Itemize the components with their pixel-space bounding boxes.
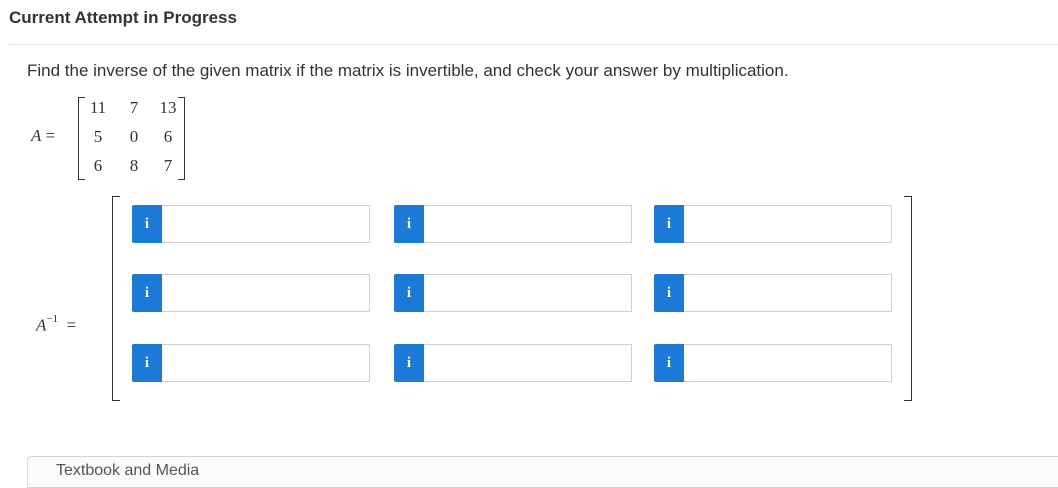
answer-input-r3c3[interactable]: [684, 344, 892, 382]
matrix-a-cell: 11: [89, 98, 107, 117]
answer-input-r1c2[interactable]: [424, 205, 632, 243]
matrix-a-cell: 6: [93, 156, 103, 175]
info-icon[interactable]: i: [394, 274, 424, 312]
inverse-right-bracket: [904, 196, 912, 401]
question-prompt: Find the inverse of the given matrix if …: [27, 61, 789, 80]
matrix-a-cell: 8: [129, 156, 139, 175]
matrix-a-label: A =: [31, 126, 56, 145]
matrix-a-cell: 7: [163, 156, 173, 175]
answer-input-r2c1[interactable]: [162, 274, 370, 312]
matrix-a-left-bracket: [78, 97, 85, 180]
textbook-media-label[interactable]: Textbook and Media: [56, 462, 199, 480]
info-icon[interactable]: i: [394, 344, 424, 382]
answer-input-r3c2[interactable]: [424, 344, 632, 382]
info-icon[interactable]: i: [132, 274, 162, 312]
attempt-status-title: Current Attempt in Progress: [9, 8, 237, 27]
inverse-label: A−1 =: [36, 313, 77, 335]
matrix-a-cell: 0: [129, 127, 139, 146]
info-icon[interactable]: i: [654, 205, 684, 243]
matrix-a-cell: 6: [163, 127, 173, 146]
matrix-a-cell: 13: [159, 98, 177, 117]
matrix-a-cell: 5: [93, 127, 103, 146]
inverse-left-bracket: [112, 196, 120, 401]
info-icon[interactable]: i: [654, 274, 684, 312]
info-icon[interactable]: i: [654, 344, 684, 382]
matrix-a-cell: 7: [129, 98, 139, 117]
answer-input-r1c3[interactable]: [684, 205, 892, 243]
answer-input-r3c1[interactable]: [162, 344, 370, 382]
info-icon[interactable]: i: [132, 344, 162, 382]
header-divider: [9, 44, 1058, 45]
answer-input-r2c2[interactable]: [424, 274, 632, 312]
info-icon[interactable]: i: [394, 205, 424, 243]
answer-input-r1c1[interactable]: [162, 205, 370, 243]
answer-input-r2c3[interactable]: [684, 274, 892, 312]
info-icon[interactable]: i: [132, 205, 162, 243]
